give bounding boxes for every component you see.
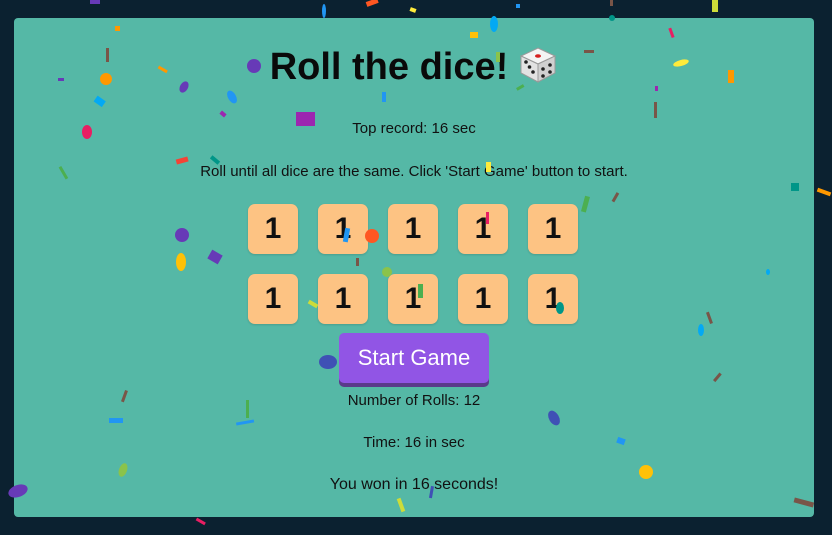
elapsed-time: Time: 16 in sec — [363, 434, 465, 451]
die-8[interactable]: 1 — [388, 274, 438, 324]
start-game-button[interactable]: Start Game — [339, 333, 489, 383]
die-icon — [518, 45, 558, 96]
die-5[interactable]: 1 — [528, 204, 578, 254]
instructions-text: Roll until all dice are the same. Click … — [200, 163, 628, 180]
win-message: You won in 16 seconds! — [329, 476, 499, 493]
game-card: Roll the dice! Top record: 16 sec Roll u… — [14, 18, 814, 517]
die-1[interactable]: 1 — [248, 204, 298, 254]
die-7[interactable]: 1 — [318, 274, 368, 324]
roll-count: Number of Rolls: 12 — [347, 392, 481, 409]
top-record: Top record: 16 sec — [352, 120, 476, 137]
page-title: Roll the dice! — [14, 44, 814, 96]
die-9[interactable]: 1 — [458, 274, 508, 324]
die-4[interactable]: 1 — [458, 204, 508, 254]
die-6[interactable]: 1 — [248, 274, 298, 324]
die-2[interactable]: 1 — [318, 204, 368, 254]
title-text: Roll the dice! — [269, 46, 509, 88]
dice-grid: 1 1 1 1 1 1 1 1 1 1 — [248, 204, 580, 324]
die-3[interactable]: 1 — [388, 204, 438, 254]
die-10[interactable]: 1 — [528, 274, 578, 324]
